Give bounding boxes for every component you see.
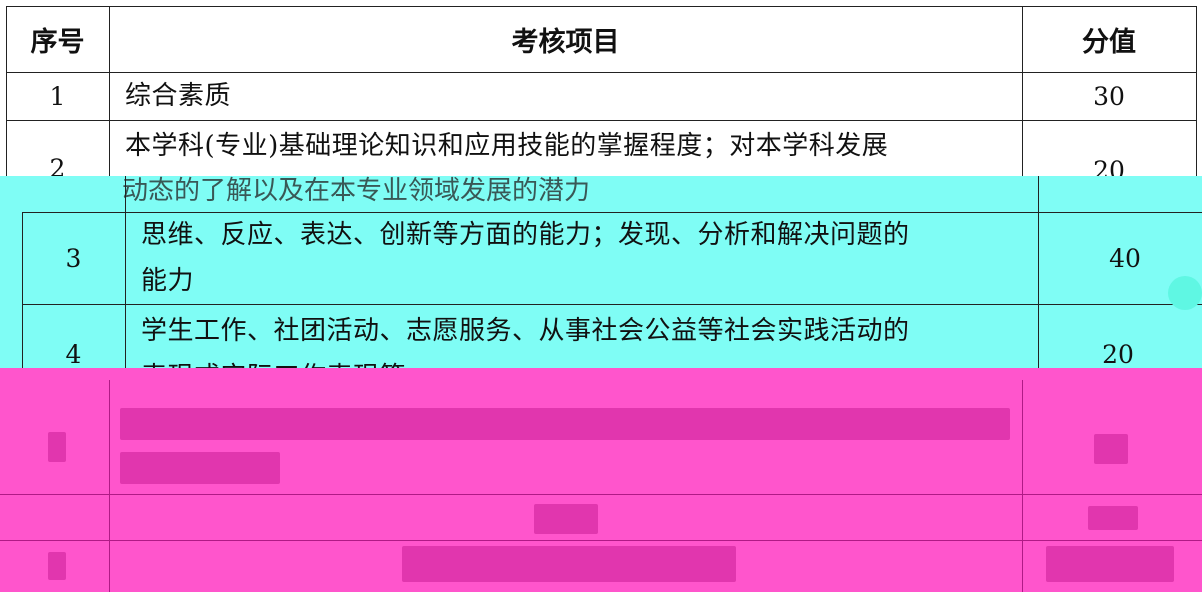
glitch-noise bbox=[1088, 506, 1138, 530]
assessment-table: 序号 考核项目 分值 1 综合素质 30 2 本学科(专业)基础理论知识和应用技… bbox=[0, 0, 1202, 592]
header-index: 序号 bbox=[30, 26, 85, 58]
grid-line bbox=[109, 380, 110, 592]
glitch-noise bbox=[534, 504, 598, 534]
glitch-noise bbox=[120, 408, 1010, 440]
grid-line bbox=[22, 304, 1202, 305]
grid-line bbox=[109, 6, 110, 176]
header-item: 考核项目 bbox=[511, 26, 620, 58]
header-score: 分值 bbox=[1082, 26, 1136, 58]
glitch-noise bbox=[48, 552, 66, 580]
glitch-noise bbox=[120, 452, 280, 484]
grid-line bbox=[22, 212, 23, 382]
row-item-line1: 思维、反应、表达、创新等方面的能力；发现、分析和解决问题的 bbox=[141, 220, 910, 250]
row-index: 3 bbox=[65, 243, 82, 273]
row-item-line2: 动态的了解以及在本专业领域发展的潜力 bbox=[122, 176, 591, 206]
row-item: 综合素质 bbox=[125, 81, 232, 111]
grid-line bbox=[6, 6, 7, 176]
grid-line bbox=[1196, 6, 1197, 176]
grid-line bbox=[6, 120, 1196, 121]
glitch-orb bbox=[1168, 276, 1202, 310]
grid-line bbox=[22, 212, 1202, 213]
grid-line bbox=[1022, 6, 1023, 176]
grid-line bbox=[125, 176, 126, 382]
row-item-line1: 学生工作、社团活动、志愿服务、从事社会公益等社会实践活动的 bbox=[141, 316, 910, 346]
table-row: 3 思维、反应、表达、创新等方面的能力；发现、分析和解决问题的 能力 40 bbox=[0, 212, 1202, 304]
row-item: 思维、反应、表达、创新等方面的能力；发现、分析和解决问题的 能力 bbox=[125, 212, 1038, 304]
row-item-line2: 能力 bbox=[141, 266, 195, 296]
grid-line bbox=[1038, 176, 1039, 382]
row-index: 1 bbox=[49, 81, 66, 111]
grid-line bbox=[1022, 380, 1023, 592]
grid-line bbox=[6, 6, 1196, 7]
glitch-noise bbox=[48, 432, 66, 462]
grid-line bbox=[6, 72, 1196, 73]
glitch-noise bbox=[1046, 546, 1174, 582]
glitch-noise bbox=[1094, 434, 1128, 464]
row-score: 30 bbox=[1093, 81, 1125, 111]
row-item-line1: 本学科(专业)基础理论知识和应用技能的掌握程度；对本学科发展 bbox=[125, 131, 889, 161]
glitch-noise bbox=[402, 546, 736, 582]
